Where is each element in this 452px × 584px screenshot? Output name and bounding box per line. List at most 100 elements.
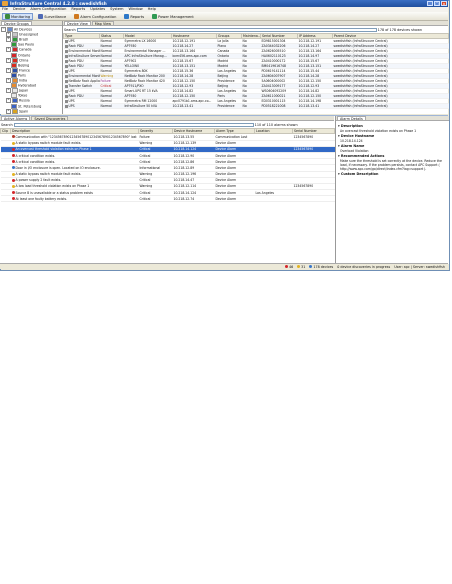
- cell-text: 10.218.15.44: [298, 69, 320, 74]
- tree-node[interactable]: Tokyo: [11, 93, 27, 99]
- tab-device-groups[interactable]: Device Groups: [1, 21, 32, 26]
- cell-text: Smart-UPS RT 15 kVA: [124, 89, 158, 94]
- toolbar-button-label: Monitoring: [11, 14, 31, 19]
- tree-node[interactable]: + China: [6, 57, 28, 63]
- cell-text: AP7902: [124, 59, 137, 64]
- tab-device-view[interactable]: Device View: [64, 21, 91, 26]
- cell-text: No: [242, 99, 247, 104]
- heading-text: Device Hostname: [340, 134, 375, 138]
- status-count: 46: [284, 264, 294, 269]
- tree-node-label: Hyderabad: [18, 83, 37, 88]
- tree-node[interactable]: + Brazil: [6, 37, 28, 43]
- alarm-cell: [254, 195, 293, 203]
- cell-text: 10.218.12.150: [298, 94, 322, 99]
- alarm-search-input[interactable]: [13, 122, 254, 127]
- cell-text: ZA0344032206: [261, 44, 286, 49]
- column-header[interactable]: Maintena...: [241, 32, 261, 40]
- tree-node-label: Russia: [19, 98, 30, 103]
- cell-text: swedishfish (InfraStruxure Central): [333, 69, 388, 74]
- cell-text: ED0310001115: [261, 99, 286, 104]
- alarm-cell: Device Alarm: [214, 195, 255, 203]
- tab-alarm-details[interactable]: Alarm Details: [337, 116, 366, 121]
- cell-text: Warning: [100, 74, 114, 79]
- tree-node[interactable]: + Canada: [6, 47, 32, 53]
- table-cell: PD0518221008: [260, 103, 298, 110]
- tree-node[interactable]: Beijing: [11, 62, 29, 68]
- toolbar-button[interactable]: Reports: [121, 13, 147, 20]
- tab-device-view[interactable]: Map View: [91, 21, 115, 26]
- alarm-cell-text: A static bypass switch module fault exis…: [15, 141, 82, 146]
- cell-text: AP7930: [124, 94, 137, 99]
- cell-text: Canada: [217, 49, 230, 54]
- tree-node[interactable]: + Japan: [6, 88, 28, 94]
- close-button[interactable]: ×: [441, 1, 447, 6]
- cell-text: No: [242, 59, 247, 64]
- device-type-icon: [64, 74, 68, 78]
- tree-node[interactable]: St. Petersburg: [11, 103, 42, 109]
- tab-alarms[interactable]: Saved Discoveries: [31, 116, 69, 121]
- table-row[interactable]: UPS Normal InfraStruXure 50 kVA 10.218.13.4…: [63, 103, 449, 110]
- cell-text: 10.218.12.93: [298, 84, 320, 89]
- table-cell: Environmental Monitor: [63, 48, 100, 55]
- toolbar-button[interactable]: Power Management: [149, 13, 197, 20]
- device-type-icon: [64, 99, 68, 103]
- tree-node[interactable]: Hyderabad: [11, 83, 37, 89]
- table-cell: InfraStruXure 50 kVA: [123, 103, 172, 110]
- device-search-input[interactable]: [76, 27, 377, 32]
- tree-node-label: Unassigned: [19, 32, 39, 37]
- cell-text: ZA0626005510: [261, 49, 286, 54]
- toolbar-button[interactable]: Alarm Configuration: [71, 13, 119, 20]
- alarm-cell-text: 1234567890: [293, 147, 314, 152]
- expand-toggle-icon[interactable]: +: [6, 108, 11, 114]
- maximize-button[interactable]: □: [434, 1, 440, 6]
- tree-node[interactable]: − All Devices: [1, 27, 32, 32]
- cell-text: APC InfraStruXure Manag...: [124, 54, 167, 59]
- alarm-cell-text: Warning: [139, 184, 153, 189]
- tree-node[interactable]: + India: [6, 78, 27, 83]
- alarm-cell: Critical: [138, 195, 173, 203]
- tree-node[interactable]: + Russia: [6, 98, 30, 104]
- monitor-icon: [5, 14, 10, 19]
- alarm-cell-text: 1234567890: [293, 184, 314, 189]
- detail-section-heading[interactable]: ▾ Custom Description: [336, 171, 447, 177]
- title-bar: InfraStruXure Central 4.2.0 : swedishfis…: [0, 0, 448, 7]
- tree-node[interactable]: + Unassigned: [6, 32, 39, 38]
- cell-text: No: [242, 84, 247, 89]
- tree-node[interactable]: + Spain: [6, 108, 28, 114]
- cell-text: HA0602110123: [261, 54, 286, 59]
- alarm-search-label: Search: [1, 122, 13, 127]
- cell-text: AP7930: [124, 44, 137, 49]
- status-count: 178 devices: [309, 264, 333, 269]
- device-groups-panel: Device Groups − All Devices + Unassigned + Br…: [0, 21, 63, 114]
- toolbar-button[interactable]: Monitoring: [2, 13, 34, 20]
- cell-text: swedishfish (InfraStruxure Central): [333, 79, 388, 84]
- cell-text: Rack PDU: [68, 44, 84, 49]
- tree-node[interactable]: Ontario: [11, 52, 31, 58]
- device-type-icon: [64, 89, 68, 93]
- tree-node[interactable]: Paris: [11, 72, 26, 78]
- heading-text: Alarm Name: [340, 144, 365, 148]
- tree-node-label: Ontario: [18, 53, 31, 57]
- cell-text: No: [242, 89, 247, 94]
- tree-node[interactable]: + France: [6, 67, 30, 73]
- tree-node-label: St. Petersburg: [18, 104, 42, 108]
- cell-text: UPS: [68, 104, 75, 109]
- tree-node[interactable]: Sao Paulo: [11, 42, 34, 48]
- clip-cell[interactable]: [0, 195, 11, 203]
- severity-icon: [11, 147, 15, 151]
- minimize-button[interactable]: _: [427, 1, 433, 6]
- alarm-cell-text: Warning: [139, 141, 153, 146]
- alarm-cell-text: Device Alarm: [215, 147, 237, 152]
- alarm-row[interactable]: At least one faulty battery exists. Criti…: [0, 195, 335, 203]
- severity-icon: [11, 166, 15, 170]
- table-cell: No: [241, 103, 261, 110]
- cell-text: ZA0604007907: [261, 74, 286, 79]
- status-count-text: 178 devices: [313, 264, 334, 269]
- severity-icon: [11, 154, 15, 158]
- alarm-cell-text: Failure: [139, 134, 150, 139]
- toolbar-button[interactable]: Surveillance: [35, 13, 69, 20]
- cell-text: ED9815001304: [261, 39, 286, 44]
- alarm-cell-text: Device Alarm: [215, 153, 237, 158]
- tab-alarms[interactable]: Active Alarms: [1, 116, 31, 121]
- status-count-text: 46: [288, 264, 294, 269]
